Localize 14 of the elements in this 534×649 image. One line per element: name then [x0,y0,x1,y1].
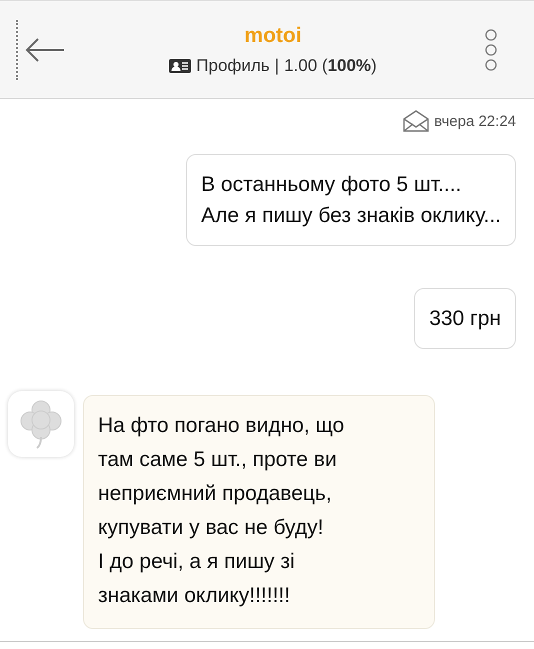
username: motoi [244,24,302,48]
more-button[interactable] [484,28,498,72]
profile-link[interactable]: Профиль [196,56,270,76]
rating: 1.00 (100%) [284,56,377,76]
id-card-icon [169,58,192,72]
message-bubble: На фто погано видно, що там саме 5 шт., проте ви неприємний продавець, купувати у вас не буду! І до речі, а я пишу зі знаками оклику!!!!!!! [83,395,435,629]
message-bubble: 330 грн [414,288,516,349]
message-bubble: В останньому фото 5 шт.... Але я пишу без знаків оклику... [186,154,516,246]
back-arrow-icon [24,36,66,62]
clover-icon [19,399,63,449]
separator: | [274,56,280,76]
more-icon [484,28,498,72]
message-timestamp: вчера 22:24 [434,112,516,130]
envelope-icon [402,110,430,132]
